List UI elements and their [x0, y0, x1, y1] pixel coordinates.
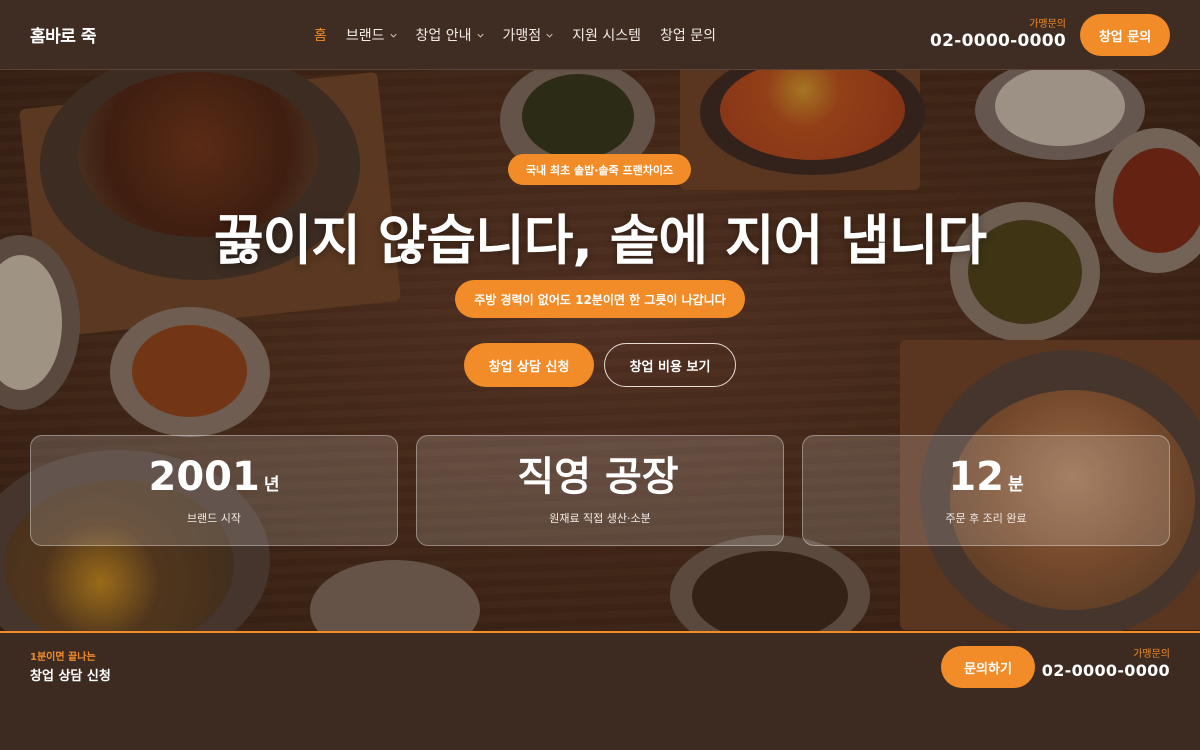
bar-inquiry-button[interactable]: 문의하기 [941, 646, 1035, 688]
stat-unit: 년 [263, 475, 280, 495]
stat-unit: 분 [1008, 475, 1024, 495]
site-header: 홈바로 죽 홈 브랜드 창업 안내 가맹점 지원 시스템 창업 문의 가맹문의 … [0, 0, 1200, 70]
chevron-down-icon [389, 33, 397, 38]
stat-card-founded: 2001 년 브랜드 시작 [30, 435, 398, 546]
nav-item-startup-guide[interactable]: 창업 안내 [416, 25, 484, 45]
chevron-down-icon [476, 33, 484, 38]
nav-item-label: 홈 [314, 28, 327, 44]
consultation-request-button[interactable]: 창업 상담 신청 [464, 343, 594, 387]
hero-subtitle: 주방 경력이 없어도 12분이면 한 그릇이 나갑니다 [455, 280, 745, 318]
hero-section: 국내 최초 솥밥·솥죽 프랜차이즈 끓이지 않습니다, 솥에 지어 냅니다 주방… [0, 70, 1200, 631]
sticky-inquiry-bar: 1분이면 끝나는 창업 상담 신청 문의하기 가맹문의 02-0000-0000 [0, 631, 1200, 750]
nav-item-support[interactable]: 지원 시스템 [572, 25, 641, 45]
stat-label: 원재료 직접 생산·소분 [549, 512, 651, 525]
brand-logo[interactable]: 홈바로 죽 [30, 22, 96, 47]
stat-label: 브랜드 시작 [186, 512, 242, 525]
nav-item-label: 창업 문의 [660, 28, 716, 44]
nav-item-label: 브랜드 [345, 28, 385, 44]
header-phone[interactable]: 가맹문의 02-0000-0000 [930, 20, 1066, 50]
stat-card-factory: 직영 공장 원재료 직접 생산·소분 [416, 435, 784, 546]
hero-headline: 끓이지 않습니다, 솥에 지어 냅니다 [213, 209, 987, 272]
stat-value: 직영 공장 [517, 454, 679, 500]
nav-item-label: 창업 안내 [415, 28, 472, 44]
nav-item-franchise[interactable]: 가맹점 [503, 25, 554, 45]
nav-item-inquiry[interactable]: 창업 문의 [660, 25, 716, 45]
hero-badge: 국내 최초 솥밥·솥죽 프랜차이즈 [508, 154, 691, 185]
header-inquiry-button[interactable]: 창업 문의 [1080, 14, 1170, 56]
stat-label: 주문 후 조리 완료 [945, 512, 1027, 525]
phone-number: 02-0000-0000 [1041, 661, 1170, 680]
hero-content: 국내 최초 솥밥·솥죽 프랜차이즈 끓이지 않습니다, 솥에 지어 냅니다 주방… [0, 70, 1200, 631]
phone-label: 가맹문의 [1133, 649, 1170, 660]
nav-item-label: 가맹점 [502, 28, 542, 44]
nav-item-home[interactable]: 홈 [314, 25, 327, 45]
nav-item-label: 지원 시스템 [572, 28, 642, 44]
stat-card-cook-time: 12 분 주문 후 조리 완료 [802, 435, 1170, 546]
nav-item-brand[interactable]: 브랜드 [346, 25, 397, 45]
stat-value: 12 분 [948, 454, 1024, 500]
header-contact: 가맹문의 02-0000-0000 창업 문의 [930, 0, 1170, 70]
bar-kicker: 1분이면 끝나는 [30, 652, 96, 663]
stat-value: 2001 년 [148, 454, 280, 500]
bar-phone[interactable]: 가맹문의 02-0000-0000 [1042, 650, 1170, 679]
phone-number: 02-0000-0000 [930, 31, 1066, 51]
chevron-down-icon [546, 33, 553, 38]
main-nav: 홈 브랜드 창업 안내 가맹점 지원 시스템 창업 문의 [314, 0, 716, 70]
bar-title: 창업 상담 신청 [30, 669, 111, 684]
view-cost-button[interactable]: 창업 비용 보기 [604, 343, 736, 387]
phone-label: 가맹문의 [1029, 19, 1066, 30]
